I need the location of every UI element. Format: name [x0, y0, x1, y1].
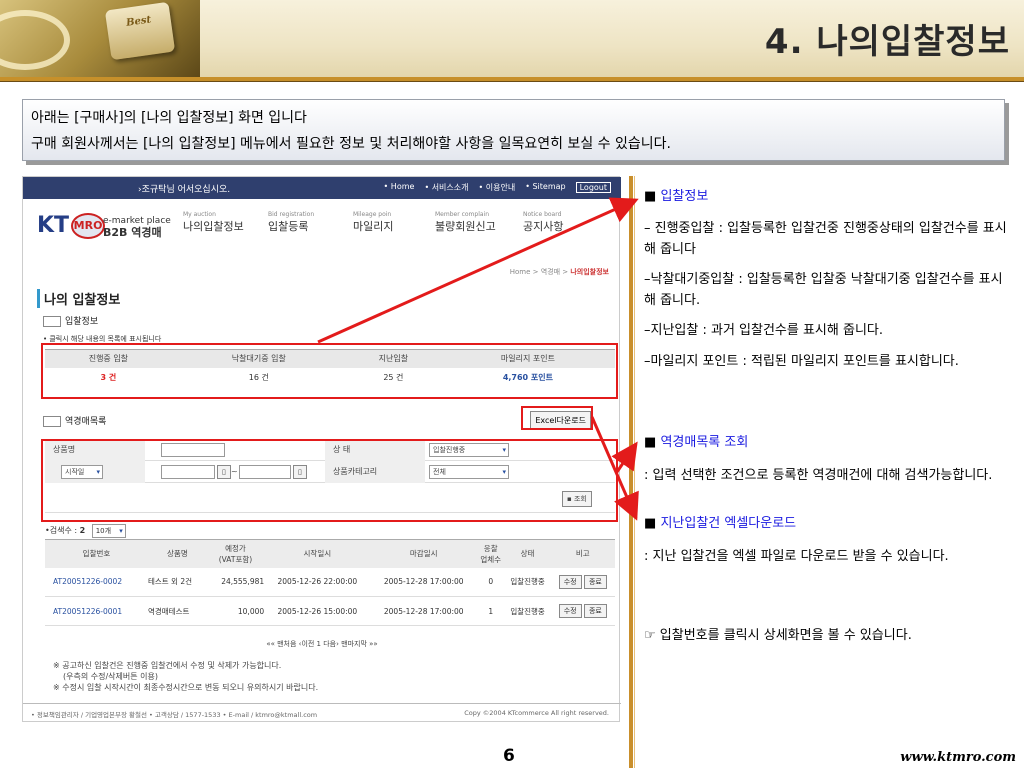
arrow-search	[611, 441, 638, 473]
arrow-excel	[590, 416, 639, 521]
site-url: www.ktmro.com	[900, 750, 1016, 765]
callout-arrows	[317, 197, 639, 521]
arrow-summary	[317, 197, 639, 344]
page-number: 6	[503, 746, 515, 766]
slide: Best 4. 나의입찰정보 아래는 [구매사]의 [나의 입찰정보] 화면 입…	[0, 0, 1024, 768]
